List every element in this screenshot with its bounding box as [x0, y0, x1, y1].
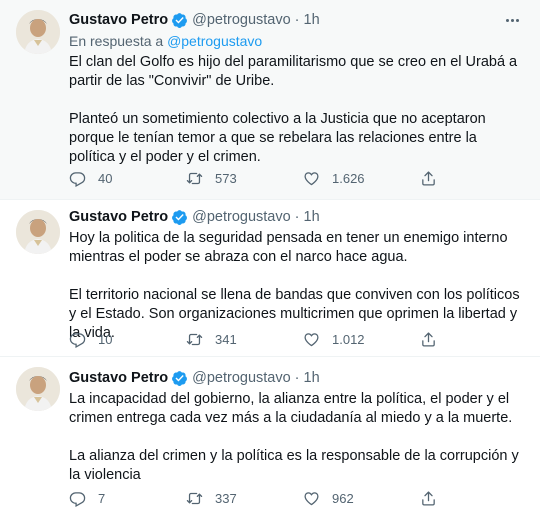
tweet-text: El clan del Golfo es hijo del paramilita…	[69, 53, 526, 167]
like-count: 1.012	[332, 331, 365, 347]
share-icon	[422, 170, 435, 186]
verified-badge-icon	[171, 370, 188, 387]
timestamp[interactable]: 1h	[304, 12, 320, 28]
like-button[interactable]: 1.626	[303, 170, 420, 187]
separator-dot: ·	[294, 12, 300, 28]
retweet-count: 341	[215, 331, 237, 347]
tweet-text: Hoy la politica de la seguridad pensada …	[69, 229, 526, 343]
author-handle[interactable]: @petrogustavo	[192, 209, 291, 225]
reply-icon	[69, 171, 86, 187]
reply-mention-link[interactable]: @petrogustavo	[167, 33, 262, 49]
verified-badge-icon	[171, 12, 188, 29]
reply-prefix: En respuesta a	[69, 33, 164, 49]
separator-dot: ·	[294, 370, 300, 386]
tweet[interactable]: Gustavo Petro @petrogustavo · 1h Hoy la …	[0, 200, 540, 357]
verified-badge-icon	[171, 209, 188, 226]
reply-context: En respuesta a @petrogustavo	[69, 31, 526, 51]
more-options-icon[interactable]	[502, 12, 522, 28]
like-count: 1.626	[332, 170, 365, 186]
author-name[interactable]: Gustavo Petro	[69, 209, 168, 225]
tweet[interactable]: Gustavo Petro @petrogustavo · 1h La inca…	[0, 357, 540, 507]
tweet-actions: 40 573 1.626	[69, 168, 526, 188]
reply-count: 40	[98, 170, 113, 186]
avatar[interactable]	[16, 367, 60, 411]
like-icon	[304, 171, 319, 185]
retweet-count: 337	[215, 490, 237, 506]
retweet-icon	[186, 172, 203, 184]
retweet-button[interactable]: 573	[186, 170, 303, 187]
share-button[interactable]	[420, 331, 440, 348]
tweet-header: Gustavo Petro @petrogustavo · 1h	[69, 207, 526, 227]
timestamp[interactable]: 1h	[304, 209, 320, 225]
retweet-button[interactable]: 341	[186, 331, 303, 348]
tweet-paragraph: La incapacidad del gobierno, la alianza …	[69, 391, 513, 426]
author-name[interactable]: Gustavo Petro	[69, 12, 168, 28]
reply-count: 10	[98, 331, 113, 347]
tweet-header: Gustavo Petro @petrogustavo · 1h	[69, 368, 526, 388]
reply-count: 7	[98, 490, 106, 506]
share-icon	[422, 331, 435, 347]
author-handle[interactable]: @petrogustavo	[192, 370, 291, 386]
reply-button[interactable]: 10	[69, 331, 186, 348]
retweet-count: 573	[215, 170, 237, 186]
share-button[interactable]	[420, 170, 440, 187]
reply-icon	[69, 332, 86, 348]
retweet-icon	[186, 333, 203, 345]
tweet-paragraph: El clan del Golfo es hijo del paramilita…	[69, 54, 518, 89]
like-button[interactable]: 1.012	[303, 331, 420, 348]
author-handle[interactable]: @petrogustavo	[192, 12, 291, 28]
like-icon	[304, 332, 319, 346]
reply-button[interactable]: 40	[69, 170, 186, 187]
avatar[interactable]	[16, 210, 60, 254]
separator-dot: ·	[294, 209, 300, 225]
author-name[interactable]: Gustavo Petro	[69, 370, 168, 386]
tweet-paragraph: La alianza del crimen y la política es l…	[69, 448, 519, 483]
avatar[interactable]	[16, 10, 60, 54]
tweet-text: La incapacidad del gobierno, la alianza …	[69, 390, 526, 485]
tweet-header: Gustavo Petro @petrogustavo · 1h	[69, 10, 526, 30]
like-count: 962	[332, 490, 354, 506]
tweet[interactable]: Gustavo Petro @petrogustavo · 1h En resp…	[0, 0, 540, 200]
tweet-actions: 7 337 962	[69, 488, 526, 508]
tweet-paragraph: Planteó un sometimiento colectivo a la J…	[69, 111, 486, 165]
tweet-paragraph: Hoy la politica de la seguridad pensada …	[69, 230, 508, 265]
tweet-actions: 10 341 1.012	[69, 329, 526, 349]
timestamp[interactable]: 1h	[304, 370, 320, 386]
